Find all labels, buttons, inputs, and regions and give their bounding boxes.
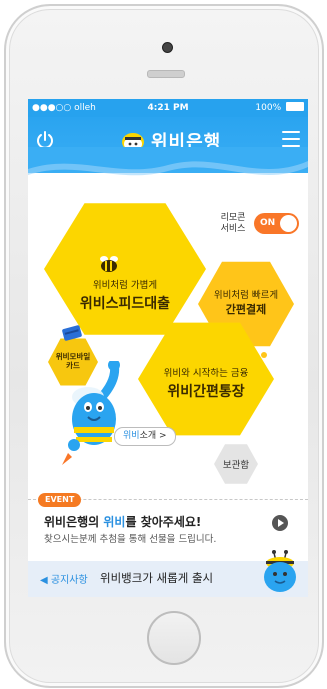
battery-icon <box>286 102 304 111</box>
storage-tile[interactable]: 보관함 <box>214 444 258 484</box>
battery-percent: 100% <box>255 103 282 113</box>
honey-drip <box>254 331 270 358</box>
quick-pay-title: 간편결제 <box>225 303 267 316</box>
account-title: 위비간편통장 <box>167 384 245 400</box>
speaker-grille <box>147 70 185 78</box>
event-badge: EVENT <box>38 493 82 507</box>
remote-service-label: 리모콘 서비스 <box>220 213 246 234</box>
storage-label: 보관함 <box>222 460 250 471</box>
account-subtitle: 위비와 시작하는 금융 <box>163 368 249 379</box>
chevron-right-icon: > <box>159 431 167 441</box>
card-icon <box>62 325 82 341</box>
speed-loan-tile[interactable]: 위비처럼 가볍게 위비스피드대출 <box>44 203 206 335</box>
mini-bee-icon[interactable] <box>260 547 300 595</box>
speed-loan-subtitle: 위비처럼 가볍게 <box>92 280 158 291</box>
bee-icon <box>100 256 118 272</box>
bee-character-illustration <box>62 361 120 465</box>
toggle-state: ON <box>260 218 276 228</box>
battery-status: 100% <box>255 99 304 117</box>
notice-text: 위비뱅크가 새롭게 출시 <box>100 571 214 585</box>
play-icon[interactable] <box>272 515 288 531</box>
notice-label: ◀ 공지사항 <box>40 575 88 586</box>
event-title[interactable]: 위비은행의 위비를 찾아주세요! <box>44 513 201 530</box>
hamburger-menu-icon[interactable] <box>282 131 300 147</box>
bee-intro-button[interactable]: 위비소개 > <box>114 427 176 446</box>
remote-toggle[interactable]: ON <box>254 213 299 234</box>
toggle-knob <box>280 215 297 232</box>
speed-loan-title: 위비스피드대출 <box>79 296 171 312</box>
event-description: 찾으시는분께 추첨을 통해 선물을 드립니다. <box>44 534 217 545</box>
header-wave <box>28 147 308 176</box>
camera-icon <box>162 42 173 53</box>
status-bar: ●●●○○ olleh 4:21 PM 100% <box>28 99 308 117</box>
app-screen: ●●●○○ olleh 4:21 PM 100% 위비은행 리모콘 서비스 ON… <box>28 99 308 597</box>
quick-pay-subtitle: 위비처럼 빠르게 <box>213 290 279 301</box>
home-button[interactable] <box>147 611 201 665</box>
